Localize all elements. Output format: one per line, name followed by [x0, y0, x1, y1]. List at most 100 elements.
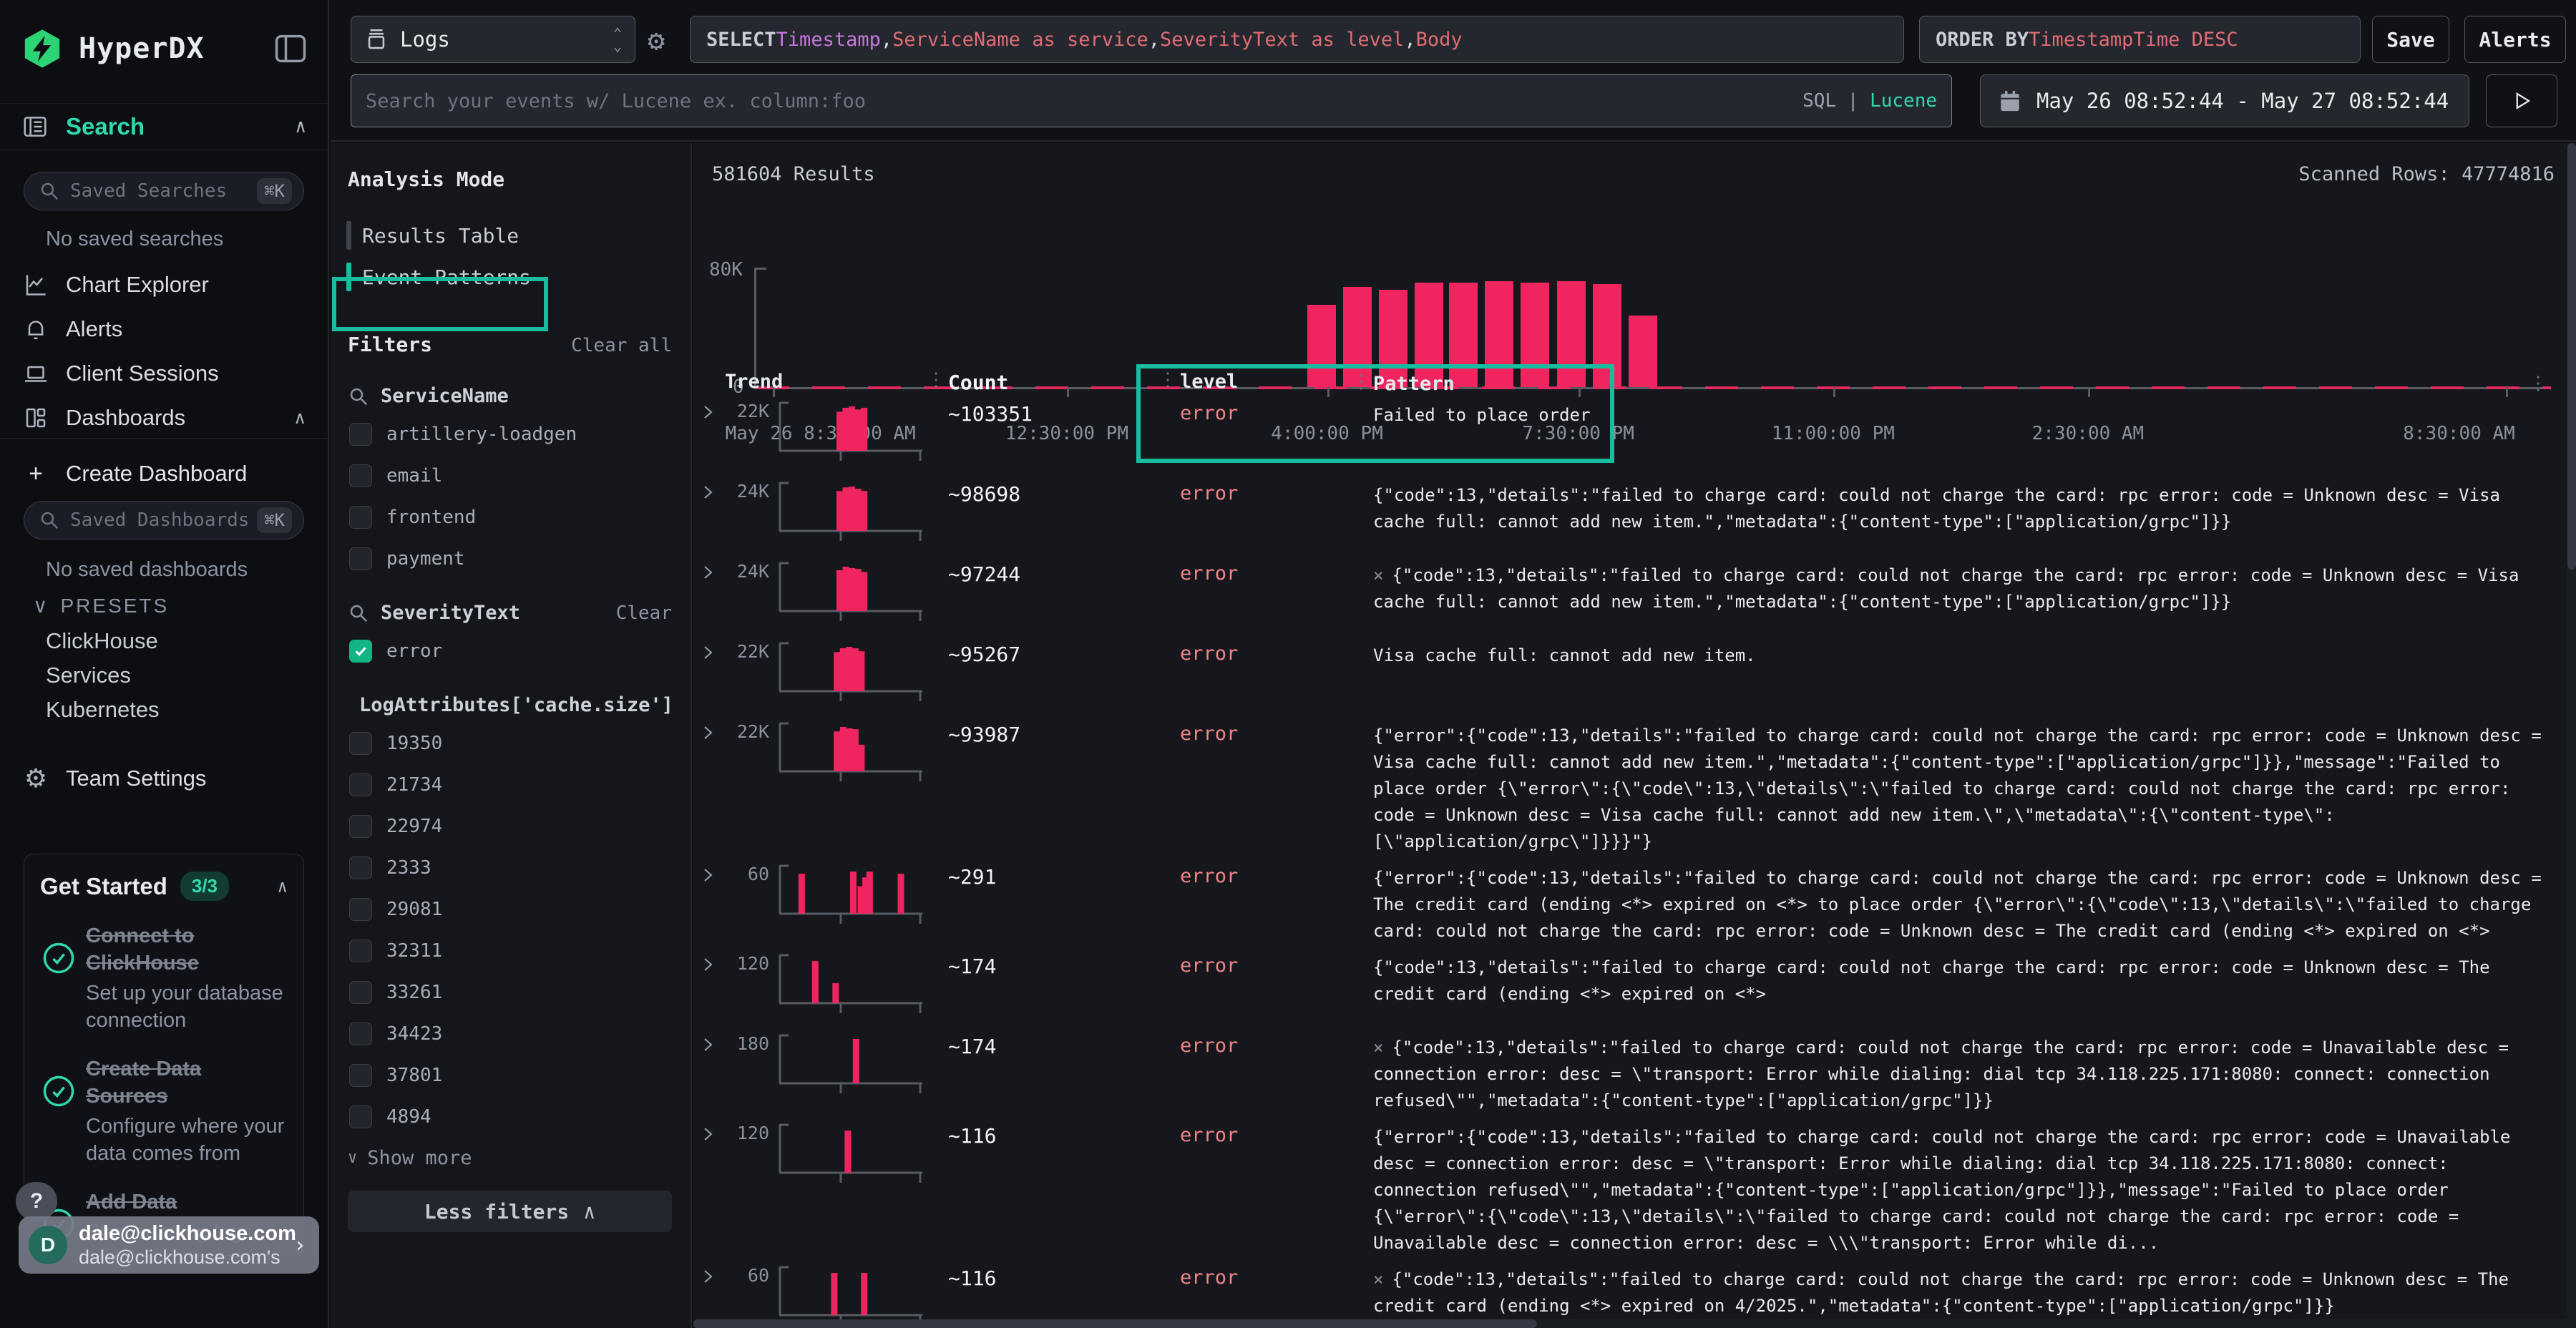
sidebar-item-kubernetes[interactable]: Kubernetes [46, 697, 160, 723]
expand-row-icon[interactable] [699, 1126, 716, 1143]
clear-filter-link[interactable]: Clear [616, 602, 672, 624]
clear-all-filters-link[interactable]: Clear all [571, 335, 672, 356]
lucene-mode[interactable]: Lucene [1870, 90, 1937, 112]
user-menu[interactable]: D dale@clickhouse.com dale@clickhouse.co… [19, 1216, 319, 1274]
pattern-row[interactable]: 24K~98698error{"code":13,"details":"fail… [693, 478, 2566, 552]
checkbox[interactable] [349, 547, 372, 570]
presets-section[interactable]: ∨PRESETS [33, 594, 169, 617]
chevron-up-icon[interactable]: ∧ [295, 116, 306, 137]
horizontal-scrollbar[interactable] [693, 1319, 2567, 1328]
filter-checkbox-error[interactable]: error [348, 637, 672, 665]
filter-checkbox-37801[interactable]: 37801 [348, 1061, 672, 1090]
sidebar-item-search[interactable]: Search ∧ [0, 103, 328, 150]
filter-checkbox-32311[interactable]: 32311 [348, 937, 672, 965]
chevron-up-icon[interactable]: ∧ [278, 877, 288, 897]
column-menu-icon[interactable]: ⋮ [2529, 371, 2559, 397]
checkbox[interactable] [349, 464, 372, 487]
pattern-row[interactable]: 22K~95267errorVisa cache full: cannot ad… [693, 638, 2566, 713]
expand-row-icon[interactable] [699, 564, 716, 581]
pattern-row[interactable]: 22K~93987error{"error":{"code":13,"detai… [693, 718, 2566, 855]
less-filters-button[interactable]: Less filters∧ [348, 1191, 672, 1232]
pattern-row[interactable]: 120~174error{"code":13,"details":"failed… [693, 950, 2566, 1025]
analysis-option-results-table[interactable]: Results Table [346, 220, 672, 251]
sidebar-item-dashboards[interactable]: Dashboards ∧ [0, 399, 328, 436]
chevron-up-icon[interactable]: ∧ [293, 408, 306, 429]
expand-row-icon[interactable] [699, 484, 716, 501]
checkbox[interactable] [349, 939, 372, 962]
col-header-count[interactable]: ⋮Count [948, 366, 1180, 394]
sidebar-item-client-sessions[interactable]: Client Sessions [0, 355, 328, 392]
checkbox[interactable] [349, 981, 372, 1004]
expand-row-icon[interactable] [699, 1268, 716, 1285]
pattern-row[interactable]: 60~116error×{"code":13,"details":"failed… [693, 1262, 2566, 1322]
source-select[interactable]: Logs ⌃⌄ [351, 16, 635, 63]
collapse-sidebar-icon[interactable] [272, 30, 309, 67]
filter-checkbox-34423[interactable]: 34423 [348, 1020, 672, 1048]
filter-checkbox-33261[interactable]: 33261 [348, 978, 672, 1007]
show-more-link[interactable]: ∨Show more [348, 1147, 672, 1169]
col-header-pattern[interactable]: ⋮Pattern⋮ [1373, 366, 2566, 397]
filter-checkbox-artillery-loadgen[interactable]: artillery-loadgen [348, 420, 672, 449]
filter-checkbox-22974[interactable]: 22974 [348, 812, 672, 841]
checkbox[interactable] [349, 506, 372, 529]
filter-checkbox-21734[interactable]: 21734 [348, 771, 672, 799]
filter-checkbox-email[interactable]: email [348, 462, 672, 490]
expand-row-icon[interactable] [699, 866, 716, 884]
filter-checkbox-29081[interactable]: 29081 [348, 895, 672, 924]
order-by-input[interactable]: ORDER BY TimestampTime DESC [1919, 16, 2361, 63]
sidebar-item-clickhouse[interactable]: ClickHouse [46, 628, 158, 654]
sidebar-item-chart-explorer[interactable]: Chart Explorer [0, 266, 328, 303]
pattern-row[interactable]: 60~291error{"error":{"code":13,"details"… [693, 861, 2566, 944]
get-started-item[interactable]: Create Data SourcesConfigure where your … [40, 1055, 288, 1167]
checkbox[interactable] [349, 423, 372, 446]
sql-mode[interactable]: SQL [1802, 90, 1836, 112]
date-range-picker[interactable]: May 26 08:52:44 - May 27 08:52:44 [1980, 74, 2469, 127]
checkbox[interactable] [349, 815, 372, 838]
expand-row-icon[interactable] [699, 404, 716, 421]
filter-checkbox-2333[interactable]: 2333 [348, 854, 672, 882]
sidebar-item-team-settings[interactable]: ⚙ Team Settings [0, 760, 328, 797]
sidebar-item-services[interactable]: Services [46, 663, 131, 688]
create-dashboard-button[interactable]: + Create Dashboard [0, 455, 328, 492]
expand-row-icon[interactable] [699, 1036, 716, 1053]
checkbox[interactable] [349, 640, 372, 663]
drag-handle-icon[interactable]: ⋮ [1352, 369, 1370, 396]
checkbox[interactable] [349, 898, 372, 921]
pattern-row[interactable]: 22K~103351errorFailed to place order [693, 398, 2566, 472]
col-header-level[interactable]: ⋮level [1180, 366, 1373, 393]
vertical-scrollbar[interactable] [2567, 143, 2576, 1328]
checkbox[interactable] [349, 1022, 372, 1045]
checkbox[interactable] [349, 856, 372, 879]
checkbox[interactable] [349, 1064, 372, 1087]
filter-checkbox-4894[interactable]: 4894 [348, 1103, 672, 1131]
help-button[interactable]: ? [16, 1182, 57, 1221]
expand-row-icon[interactable] [699, 644, 716, 661]
checkbox[interactable] [349, 1105, 372, 1128]
run-query-button[interactable] [2486, 74, 2557, 127]
drag-handle-icon[interactable]: ⋮ [927, 369, 945, 391]
pattern-row[interactable]: 120~116error{"error":{"code":13,"details… [693, 1120, 2566, 1256]
expand-row-icon[interactable] [699, 956, 716, 973]
drag-handle-icon[interactable]: ⋮ [1158, 369, 1177, 391]
select-clause-input[interactable]: SELECT Timestamp, ServiceName as service… [690, 16, 1904, 63]
pattern-row[interactable]: 24K~97244error×{"code":13,"details":"fai… [693, 558, 2566, 633]
event-search-input[interactable] [366, 90, 1802, 112]
filter-checkbox-19350[interactable]: 19350 [348, 729, 672, 758]
checkbox[interactable] [349, 773, 372, 796]
filter-checkbox-frontend[interactable]: frontend [348, 503, 672, 532]
filter-checkbox-payment[interactable]: payment [348, 545, 672, 573]
col-header-trend[interactable]: Trend [725, 366, 948, 393]
query-language-toggle[interactable]: SQL | Lucene [1802, 90, 1937, 112]
event-search-bar[interactable]: SQL | Lucene [351, 74, 1952, 127]
saved-dashboards-field[interactable] [70, 509, 257, 531]
saved-searches-field[interactable] [70, 180, 257, 202]
pattern-row[interactable]: 180~174error×{"code":13,"details":"faile… [693, 1030, 2566, 1114]
get-started-item[interactable]: Connect to ClickHouseSet up your databas… [40, 922, 288, 1034]
source-settings-gear-icon[interactable]: ⚙ [648, 24, 665, 57]
saved-dashboards-input[interactable]: ⌘K [24, 501, 304, 540]
saved-searches-input[interactable]: ⌘K [24, 172, 304, 210]
sidebar-item-alerts[interactable]: Alerts [0, 311, 328, 348]
analysis-option-event-patterns[interactable]: Event Patterns [346, 261, 672, 293]
expand-row-icon[interactable] [699, 724, 716, 741]
save-button[interactable]: Save [2372, 16, 2449, 63]
